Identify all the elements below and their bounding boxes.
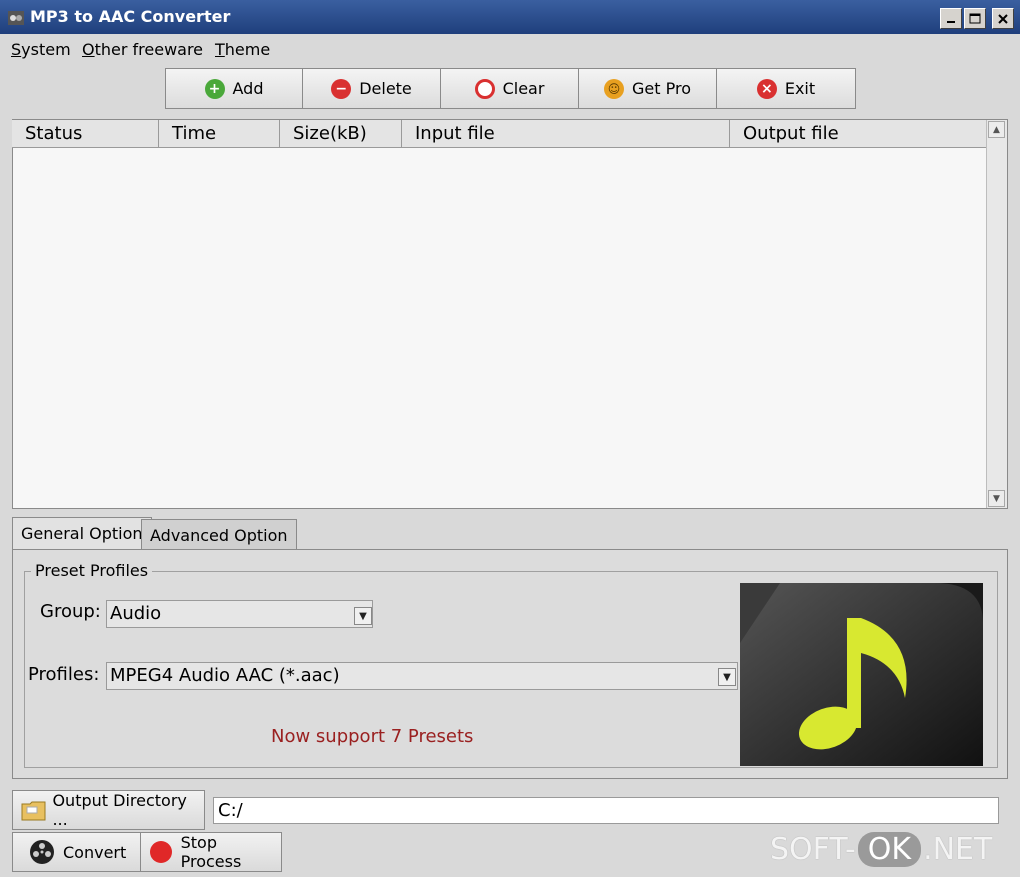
watermark-left: SOFT- — [770, 832, 856, 867]
maximize-icon — [969, 13, 981, 24]
menu-theme[interactable]: Theme — [215, 40, 270, 59]
clear-label: Clear — [502, 79, 545, 98]
delete-icon: − — [331, 78, 352, 99]
clear-button[interactable]: Clear — [440, 68, 579, 109]
minimize-icon — [947, 20, 955, 23]
watermark-ok: OK — [857, 832, 922, 867]
close-button[interactable] — [992, 8, 1014, 29]
column-time[interactable]: Time — [159, 120, 280, 148]
presets-notice: Now support 7 Presets — [271, 726, 474, 747]
smiley-icon: ☺ — [604, 78, 624, 99]
get-pro-button[interactable]: ☺ Get Pro — [578, 68, 717, 109]
chevron-down-icon[interactable]: ▼ — [718, 668, 736, 686]
output-directory-label: Output Directory ... — [52, 791, 187, 829]
column-input-file[interactable]: Input file — [402, 120, 730, 148]
output-directory-input[interactable]: C:/ — [213, 797, 999, 824]
watermark: SOFT- OK .NET — [770, 832, 992, 867]
group-label: Group: — [40, 601, 101, 622]
file-list[interactable] — [12, 119, 1008, 509]
column-status[interactable]: Status — [12, 120, 159, 148]
column-size[interactable]: Size(kB) — [280, 120, 402, 148]
folder-icon — [21, 801, 46, 821]
stop-icon — [150, 841, 172, 863]
music-note-image — [740, 583, 983, 766]
stop-process-label: Stop Process — [180, 833, 242, 871]
scroll-up-icon[interactable]: ▲ — [988, 121, 1005, 138]
exit-button[interactable]: × Exit — [716, 68, 856, 109]
minimize-button[interactable] — [940, 8, 962, 29]
profiles-label: Profiles: — [28, 664, 100, 685]
app-icon — [6, 8, 26, 28]
scroll-down-icon[interactable]: ▼ — [988, 490, 1005, 507]
vertical-scrollbar[interactable] — [986, 120, 1007, 508]
maximize-button[interactable] — [964, 8, 986, 29]
watermark-right: .NET — [923, 832, 993, 867]
add-label: Add — [232, 79, 264, 98]
chevron-down-icon[interactable]: ▼ — [354, 607, 372, 625]
stop-process-button[interactable]: Stop Process — [140, 832, 282, 872]
profiles-select[interactable]: MPEG4 Audio AAC (*.aac) — [106, 662, 738, 690]
menu-system[interactable]: System — [11, 40, 71, 59]
exit-icon: × — [756, 78, 777, 99]
get-pro-label: Get Pro — [632, 79, 691, 98]
tab-general-option[interactable]: General Option — [12, 517, 152, 549]
close-icon — [998, 13, 1008, 24]
preset-profiles-legend: Preset Profiles — [31, 561, 153, 580]
tab-advanced-option[interactable]: Advanced Option — [141, 519, 297, 549]
film-reel-icon — [30, 840, 54, 864]
add-icon: + — [204, 78, 225, 99]
delete-label: Delete — [359, 79, 412, 98]
delete-button[interactable]: − Delete — [302, 68, 441, 109]
convert-button[interactable]: Convert — [12, 832, 141, 872]
column-output-file[interactable]: Output file — [730, 120, 986, 148]
output-directory-button[interactable]: Output Directory ... — [12, 790, 205, 830]
clear-icon — [474, 78, 495, 99]
exit-label: Exit — [784, 79, 816, 98]
menu-other-freeware[interactable]: Other freeware — [82, 40, 203, 59]
window-title: MP3 to AAC Converter — [30, 7, 231, 26]
add-button[interactable]: + Add — [165, 68, 303, 109]
convert-label: Convert — [63, 842, 127, 862]
group-select[interactable]: Audio — [106, 600, 373, 628]
